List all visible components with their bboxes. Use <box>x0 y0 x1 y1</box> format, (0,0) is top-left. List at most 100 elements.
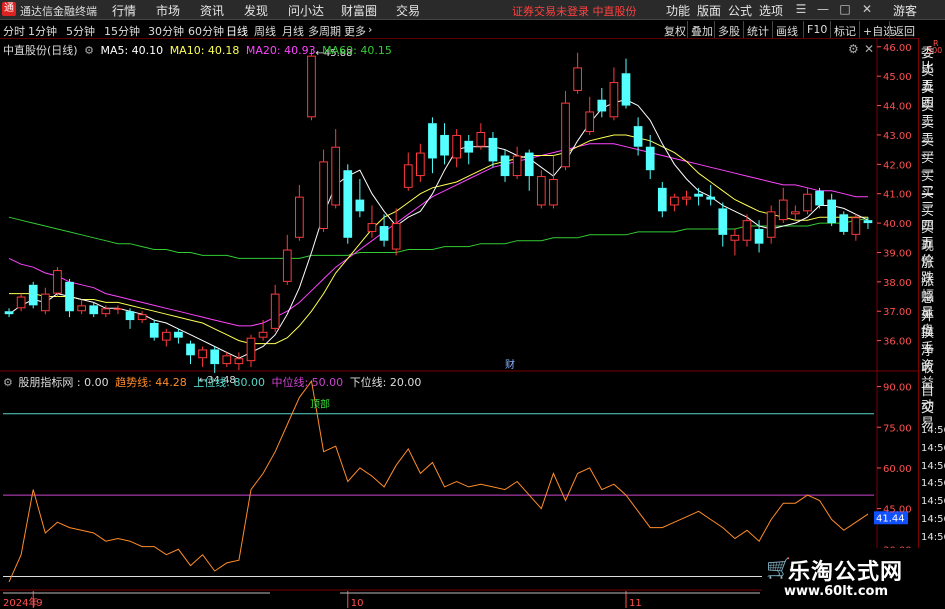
price-tick-label: 44.00 <box>883 102 912 113</box>
candle-body <box>839 214 849 232</box>
candle-body <box>500 155 510 177</box>
chevron-right-icon[interactable]: › <box>368 23 372 36</box>
trend-value: 趋势线: 44.28 <box>115 376 187 389</box>
tab-weekly[interactable]: 周线 <box>254 23 276 39</box>
candle-body <box>295 196 304 238</box>
ma5-value: MA5: 40.10 <box>100 44 164 57</box>
candle-body <box>198 349 207 359</box>
candle-body <box>657 187 667 212</box>
price-tick-label: 41.00 <box>883 190 912 201</box>
trend-line <box>8 379 869 583</box>
candle-body <box>694 193 703 197</box>
candle-body <box>476 132 486 147</box>
tab-15min[interactable]: 15分钟 <box>104 23 140 39</box>
tab-60min[interactable]: 60分钟 <box>188 23 224 39</box>
back-button[interactable]: 返回 <box>893 23 915 39</box>
tab-daily[interactable]: 日线 <box>226 23 248 39</box>
overlay-button[interactable]: 叠加 <box>691 23 713 39</box>
candle-body <box>246 337 256 362</box>
menu-item-news[interactable]: 资讯 <box>200 2 224 19</box>
indicator-name: 股朋指标网 : 0.00 <box>18 376 109 389</box>
upper-value: 上位线: 80.00 <box>193 376 265 389</box>
candle-body <box>137 314 147 321</box>
menu-item-layout[interactable]: 版面 <box>697 2 721 19</box>
candle-body <box>512 155 522 177</box>
menu-item-wealth[interactable]: 财富圈 <box>341 2 377 19</box>
tab-intraday[interactable]: 分时 <box>3 23 25 39</box>
candle-body <box>16 296 26 309</box>
month-label: 10 <box>351 598 364 609</box>
menu-item-quotes[interactable]: 行情 <box>112 2 136 19</box>
price-tick-label: 45.00 <box>883 72 912 83</box>
app-logo-icon: 通 <box>2 2 16 16</box>
candle-body <box>53 270 62 294</box>
settings-icon[interactable]: ⚙ <box>84 44 94 57</box>
candle-body <box>851 217 861 235</box>
multi-stock-button[interactable]: 多股 <box>718 23 740 39</box>
candle-body <box>319 161 328 229</box>
indicator-tick-label: 45.00 <box>883 505 912 516</box>
candle-body <box>415 152 425 177</box>
candle-body <box>379 226 389 241</box>
menu-item-ask[interactable]: 问小达 <box>288 2 324 19</box>
period-toolbar: 分时 1分钟 5分钟 15分钟 30分钟 60分钟 日线 周线 月线 多周期 更… <box>0 21 945 39</box>
candle-body <box>355 199 365 212</box>
candle-body <box>343 170 353 238</box>
watermark-url: www.60lt.com <box>784 584 889 599</box>
menu-item-options[interactable]: 选项 <box>759 2 783 19</box>
candle-body <box>125 311 135 321</box>
window-menu-icon[interactable]: ☰ <box>790 1 812 18</box>
gear-icon[interactable]: ⚙ <box>848 42 859 56</box>
candle-body <box>488 137 498 162</box>
chart-canvas[interactable]: ←45.88←34.48财 顶部41.44 46.0045.0044.0043.… <box>0 38 918 609</box>
window-minimize-icon[interactable]: — <box>812 1 834 18</box>
candle-body <box>766 211 776 238</box>
draw-line-button[interactable]: 画线 <box>776 23 798 39</box>
window-maximize-icon[interactable]: □ <box>834 1 856 18</box>
tab-5min[interactable]: 5分钟 <box>66 23 95 39</box>
guest-label[interactable]: 游客 <box>893 2 917 19</box>
divider <box>772 21 773 38</box>
login-notice[interactable]: 证券交易未登录 中直股份 <box>512 3 637 19</box>
candle-body <box>270 293 280 329</box>
tick-time: 14:56 <box>921 478 945 490</box>
tab-1min[interactable]: 1分钟 <box>28 23 57 39</box>
candle-body <box>210 349 220 365</box>
candle-body <box>645 146 655 171</box>
price-tick-label: 43.00 <box>883 131 912 142</box>
tick-time: 14:56 <box>921 442 945 454</box>
stock-name: 中直股份(日线) <box>3 44 78 57</box>
tab-more[interactable]: 更多 <box>344 23 366 39</box>
close-icon[interactable]: ✕ <box>864 42 874 56</box>
tab-monthly[interactable]: 月线 <box>282 23 304 39</box>
candle-body <box>706 196 716 200</box>
divider <box>889 21 890 38</box>
candle-body <box>597 99 607 112</box>
candle-body <box>549 179 558 206</box>
adjust-button[interactable]: 复权 <box>664 23 686 39</box>
menu-item-trade[interactable]: 交易 <box>396 2 420 19</box>
candle-body <box>730 234 740 241</box>
divider <box>803 21 804 38</box>
candle-body <box>174 331 183 338</box>
lower-value: 下位线: 20.00 <box>349 376 422 389</box>
mark-button[interactable]: 标记 <box>834 23 856 39</box>
tab-multi-period[interactable]: 多周期 <box>308 23 341 39</box>
candle-body <box>573 67 582 91</box>
menu-item-market[interactable]: 市场 <box>156 2 180 19</box>
quote-side-panel: R 500 委比 卖五 卖四 卖三 卖二 卖一 买一 买二 买三 买四 买五 现价 涨跌 涨幅 总量 外盘 换手… <box>918 38 945 609</box>
candle-body <box>791 211 800 215</box>
menu-item-discover[interactable]: 发现 <box>244 2 268 19</box>
candle-body <box>367 223 377 232</box>
candle-body <box>754 228 764 244</box>
f10-button[interactable]: F10 <box>807 23 827 36</box>
menu-item-function[interactable]: 功能 <box>666 2 690 19</box>
window-close-icon[interactable]: ✕ <box>856 1 878 18</box>
price-tick-label: 36.00 <box>883 337 912 348</box>
menu-item-formula[interactable]: 公式 <box>728 2 752 19</box>
settings-icon[interactable]: ⚙ <box>3 376 13 389</box>
statistics-button[interactable]: 统计 <box>747 23 769 39</box>
financial-report-marker: 财 <box>505 358 515 371</box>
middle-value: 中位线: 50.00 <box>271 376 344 389</box>
tab-30min[interactable]: 30分钟 <box>148 23 184 39</box>
